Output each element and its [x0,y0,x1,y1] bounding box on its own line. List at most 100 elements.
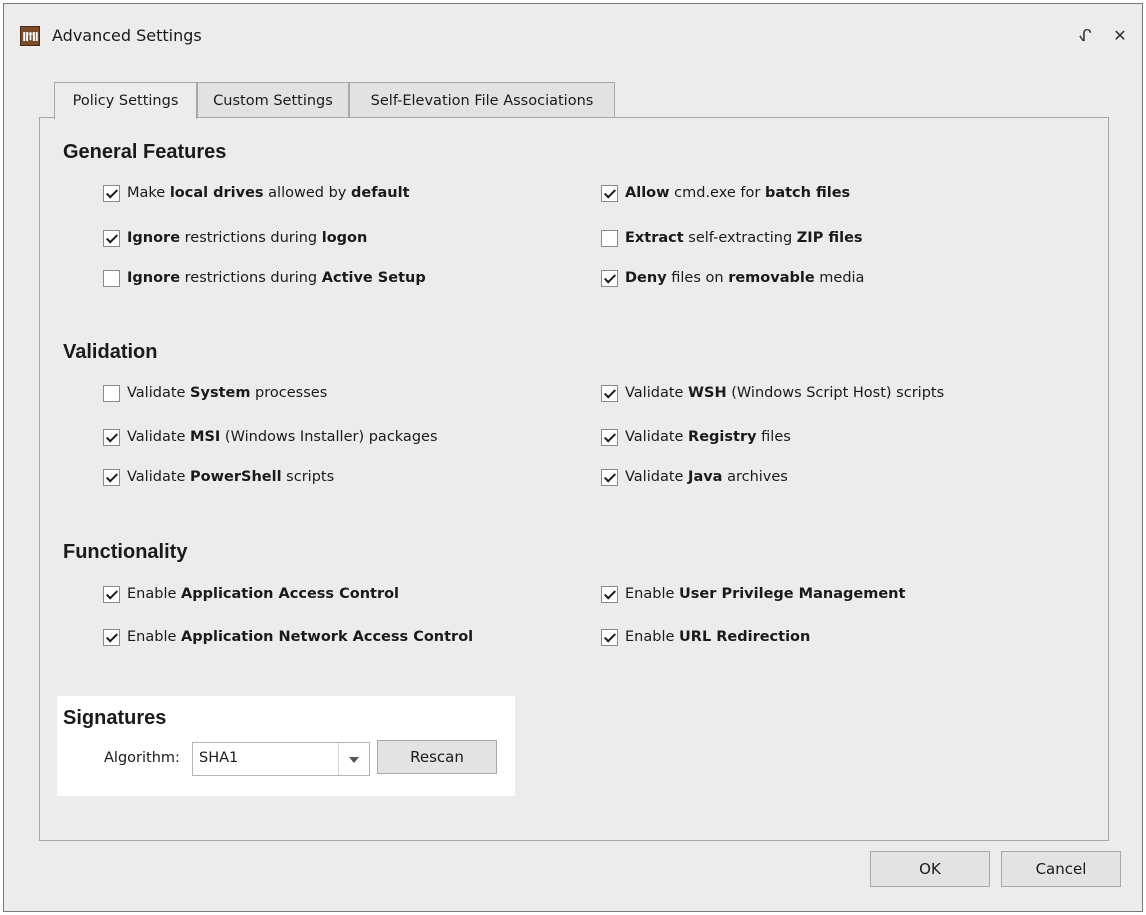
checkbox-extract-zip[interactable]: Extract self-extracting ZIP files [601,227,863,249]
checkbox-label: Validate WSH (Windows Script Host) scrip… [625,385,944,401]
checkbox[interactable] [103,269,120,287]
chevron-down-icon[interactable] [349,757,359,763]
app-icon: ǁ†ǁ [20,26,40,46]
checkbox[interactable] [103,428,120,446]
label-bold-part: Ignore [127,270,181,286]
label-bold-part: Extract [625,230,684,246]
checkbox[interactable] [601,184,618,202]
label-bold-part: User Privilege Management [679,586,906,602]
checkbox-label: Validate System processes [127,385,327,401]
tab-self-elevation-file-associations[interactable]: Self-Elevation File Associations [349,82,615,118]
label-part: archives [722,469,788,485]
ok-button[interactable]: OK [870,851,990,887]
checkbox[interactable] [103,184,120,202]
checkbox-app-access-control[interactable]: Enable Application Access Control [103,583,399,605]
algorithm-label: Algorithm: [104,750,180,766]
combo-separator [338,743,339,775]
label-part: Enable [625,586,679,602]
label-bold-part: default [350,185,410,201]
checkbox-label: Enable Application Access Control [127,586,399,602]
checkbox[interactable] [103,468,120,486]
checkbox[interactable] [103,384,120,402]
label-part: media [814,270,865,286]
checkbox-validate-registry[interactable]: Validate Registry files [601,426,791,448]
checkbox[interactable] [601,428,618,446]
label-part: Validate [127,469,191,485]
checkbox-user-privilege-management[interactable]: Enable User Privilege Management [601,583,905,605]
label-bold-part: System [190,385,251,401]
checkbox-ignore-active-setup[interactable]: Ignore restrictions during Active Setup [103,267,426,289]
checkbox[interactable] [601,628,618,646]
label-bold-part: MSI [190,429,221,445]
label-part: restrictions during [180,230,322,246]
label-part: Validate [625,469,689,485]
label-bold-part: Registry [688,429,757,445]
label-part: Validate [127,429,191,445]
label-bold-part: Application Access Control [181,586,400,602]
algorithm-select[interactable]: SHA1 [192,742,370,776]
label-bold-part: logon [321,230,368,246]
checkbox-label: Validate MSI (Windows Installer) package… [127,429,438,445]
label-part: Enable [127,629,181,645]
pin-icon[interactable]: ᖋ [1074,24,1096,46]
checkbox[interactable] [601,269,618,287]
label-bold-part: URL Redirection [679,629,811,645]
label-part: (Windows Script Host) scripts [726,385,945,401]
checkbox-label: Validate PowerShell scripts [127,469,334,485]
label-part: files on [666,270,729,286]
label-bold-part: Ignore [127,230,181,246]
label-bold-part: removable [728,270,815,286]
checkbox-label: Validate Java archives [625,469,788,485]
label-part: Validate [625,385,689,401]
checkbox-validate-powershell[interactable]: Validate PowerShell scripts [103,466,334,488]
close-icon[interactable]: ✕ [1109,24,1131,46]
checkbox[interactable] [103,229,120,247]
label-bold-part: Deny [625,270,667,286]
checkbox[interactable] [601,468,618,486]
label-bold-part: Active Setup [321,270,426,286]
label-bold-part: Java [688,469,723,485]
label-part: scripts [281,469,335,485]
checkbox-label: Enable User Privilege Management [625,586,905,602]
tab-custom-settings[interactable]: Custom Settings [197,82,349,118]
checkbox[interactable] [103,628,120,646]
checkbox-label: Ignore restrictions during logon [127,230,367,246]
checkbox-validate-system[interactable]: Validate System processes [103,382,327,404]
label-bold-part: batch files [764,185,851,201]
label-part: Validate [127,385,191,401]
label-bold-part: WSH [688,385,727,401]
checkbox-ignore-logon[interactable]: Ignore restrictions during logon [103,227,367,249]
checkbox-validate-wsh[interactable]: Validate WSH (Windows Script Host) scrip… [601,382,944,404]
label-part: restrictions during [180,270,322,286]
checkbox-deny-removable[interactable]: Deny files on removable media [601,267,864,289]
label-bold-part: ZIP files [796,230,863,246]
checkbox[interactable] [103,585,120,603]
checkbox-label: Deny files on removable media [625,270,864,286]
label-part: Enable [127,586,181,602]
signatures-heading: Signatures [63,707,167,729]
checkbox[interactable] [601,585,618,603]
label-bold-part: Allow [625,185,670,201]
label-part: files [756,429,791,445]
label-part: processes [250,385,328,401]
checkbox-validate-msi[interactable]: Validate MSI (Windows Installer) package… [103,426,438,448]
checkbox-local-drives[interactable]: Make local drives allowed by default [103,182,410,204]
checkbox-label: Validate Registry files [625,429,791,445]
validation-heading: Validation [63,341,158,363]
checkbox-url-redirection[interactable]: Enable URL Redirection [601,626,810,648]
algorithm-value: SHA1 [199,750,239,766]
label-part: cmd.exe for [669,185,765,201]
checkbox-label: Extract self-extracting ZIP files [625,230,863,246]
checkbox-app-network-access-control[interactable]: Enable Application Network Access Contro… [103,626,473,648]
cancel-button[interactable]: Cancel [1001,851,1121,887]
checkbox-allow-cmd-batch[interactable]: Allow cmd.exe for batch files [601,182,850,204]
rescan-button[interactable]: Rescan [377,740,497,774]
label-bold-part: PowerShell [190,469,282,485]
tab-policy-settings[interactable]: Policy Settings [54,82,197,119]
checkbox-validate-java[interactable]: Validate Java archives [601,466,788,488]
checkbox-label: Make local drives allowed by default [127,185,410,201]
checkbox[interactable] [601,229,618,247]
checkbox[interactable] [601,384,618,402]
label-bold-part: local drives [169,185,264,201]
title-bar: ǁ†ǁ Advanced Settings ᖋ ✕ [4,4,1142,66]
